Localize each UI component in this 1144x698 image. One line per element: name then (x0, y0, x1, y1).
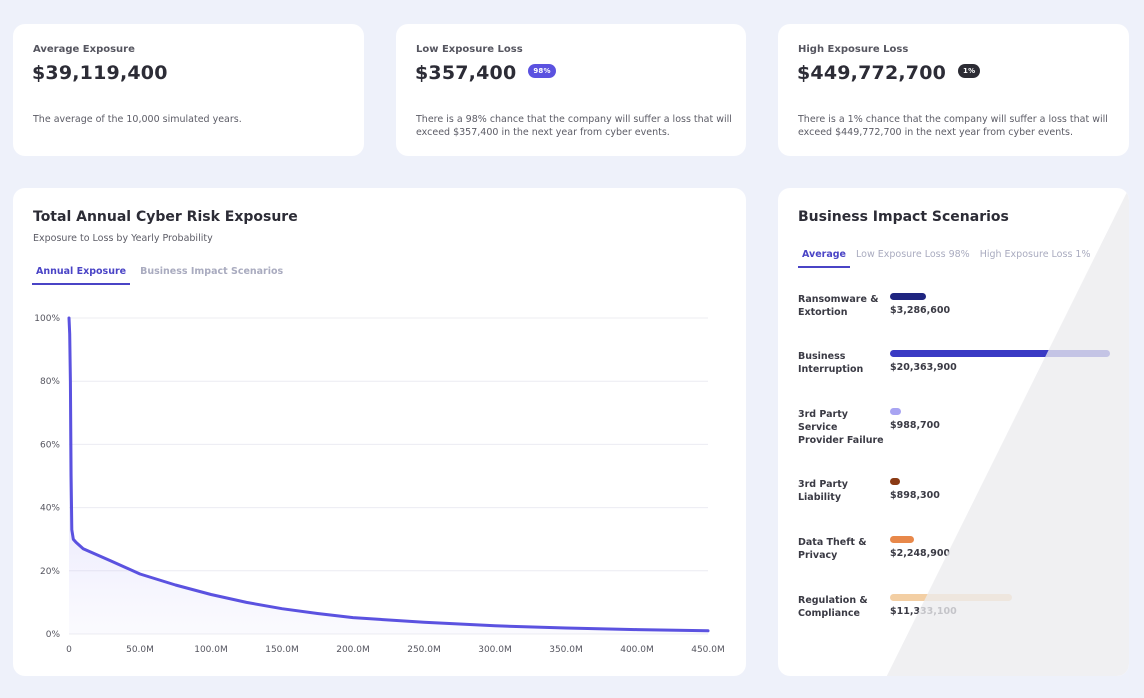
scenario-value: $898,300 (890, 490, 940, 501)
scenario-label: 3rd Party Liability (798, 479, 848, 503)
scenario-bar-track (890, 478, 1110, 485)
scenario-bar (890, 293, 926, 300)
scenario-value: $2,248,900 (890, 548, 951, 559)
scenario-bar-track (890, 536, 1110, 543)
tab-average[interactable]: Average (798, 249, 850, 268)
x-tick-label: 200.0M (336, 645, 370, 655)
kpi-label: Low Exposure Loss (416, 44, 523, 55)
x-tick-label: 350.0M (549, 645, 583, 655)
exposure-area (69, 318, 708, 634)
scenario-bar-track (890, 408, 1110, 415)
bis-tabs: Average Low Exposure Loss 98% High Expos… (798, 249, 1094, 268)
scenario-label: Business Interruption (798, 351, 864, 375)
x-tick-label: 300.0M (478, 645, 512, 655)
x-tick-label: 250.0M (407, 645, 441, 655)
y-tick-label: 0% (46, 630, 61, 640)
scenario-row: Business Interruption $20,363,900 (798, 350, 1118, 398)
y-axis-ticks: 0% 20% 40% 60% 80% 100% (34, 314, 60, 640)
scenario-bar (890, 536, 915, 543)
y-tick-label: 20% (40, 567, 60, 577)
kpi-description: The average of the 10,000 simulated year… (33, 114, 242, 125)
kpi-value-text: $449,772,700 (797, 62, 947, 84)
x-tick-label: 100.0M (194, 645, 228, 655)
kpi-card-average: Average Exposure $39,119,400 The average… (13, 24, 364, 156)
scenario-row: Data Theft & Privacy $2,248,900 (798, 536, 1118, 584)
probability-badge: 1% (958, 63, 981, 78)
scenario-value: $988,700 (890, 420, 940, 431)
scenario-bar-track (890, 350, 1110, 357)
x-tick-label: 50.0M (126, 645, 154, 655)
scenario-value: $11,333,100 (890, 606, 957, 617)
kpi-label: Average Exposure (33, 44, 135, 55)
x-axis-ticks: 0 50.0M 100.0M 150.0M 200.0M 250.0M 300.0M 350.… (66, 645, 725, 655)
scenario-value: $3,286,600 (890, 305, 951, 316)
scenario-bar (890, 594, 1013, 601)
scenario-bar-track (890, 293, 1110, 300)
scenario-label: Ransomware & Extortion (798, 294, 879, 318)
scenario-row: 3rd Party Liability $898,300 (798, 478, 1118, 526)
tab-low-exposure-loss[interactable]: Low Exposure Loss 98% (852, 249, 974, 268)
kpi-description: There is a 98% chance that the company w… (416, 114, 732, 138)
x-tick-label: 400.0M (620, 645, 654, 655)
scenario-label: 3rd Party Service Provider Failure (798, 409, 884, 446)
scenario-bar (890, 408, 901, 415)
probability-badge: 98% (528, 63, 556, 78)
scenario-bar (890, 478, 900, 485)
kpi-value-text: $357,400 (415, 62, 517, 84)
kpi-description: There is a 1% chance that the company wi… (798, 114, 1108, 138)
scenario-bar (890, 350, 1110, 357)
exposure-panel: Total Annual Cyber Risk Exposure Exposur… (13, 188, 746, 676)
scenario-row: Regulation & Compliance $11,333,100 (798, 594, 1118, 642)
scenario-bar-track (890, 594, 1110, 601)
business-impact-panel: Business Impact Scenarios Average Low Ex… (778, 188, 1129, 676)
y-tick-label: 40% (40, 504, 60, 514)
x-tick-label: 0 (66, 645, 72, 655)
kpi-value-text: $39,119,400 (32, 62, 168, 84)
kpi-label: High Exposure Loss (798, 44, 909, 55)
scenario-row: Ransomware & Extortion $3,286,600 (798, 293, 1118, 341)
kpi-card-low-exposure: Low Exposure Loss $357,400 98% There is a… (396, 24, 746, 156)
x-tick-label: 150.0M (265, 645, 299, 655)
kpi-value: $357,400 98% (415, 62, 556, 84)
tab-high-exposure-loss[interactable]: High Exposure Loss 1% (976, 249, 1095, 268)
scenario-row: 3rd Party Service Provider Failure $988,… (798, 408, 1118, 456)
kpi-value: $39,119,400 (32, 62, 168, 84)
panel-title: Business Impact Scenarios (798, 209, 1009, 225)
kpi-value: $449,772,700 1% (797, 62, 981, 84)
kpi-card-high-exposure: High Exposure Loss $449,772,700 1% There … (778, 24, 1129, 156)
y-tick-label: 60% (40, 440, 60, 450)
y-tick-label: 80% (40, 377, 60, 387)
scenario-value: $20,363,900 (890, 362, 957, 373)
x-tick-label: 450.0M (691, 645, 725, 655)
scenario-label: Regulation & Compliance (798, 595, 868, 619)
scenario-label: Data Theft & Privacy (798, 537, 867, 561)
y-tick-label: 100% (34, 314, 60, 324)
exposure-chart: 0% 20% 40% 60% 80% 100% 0 50.0M 100.0M 150.0M 200… (34, 314, 725, 655)
